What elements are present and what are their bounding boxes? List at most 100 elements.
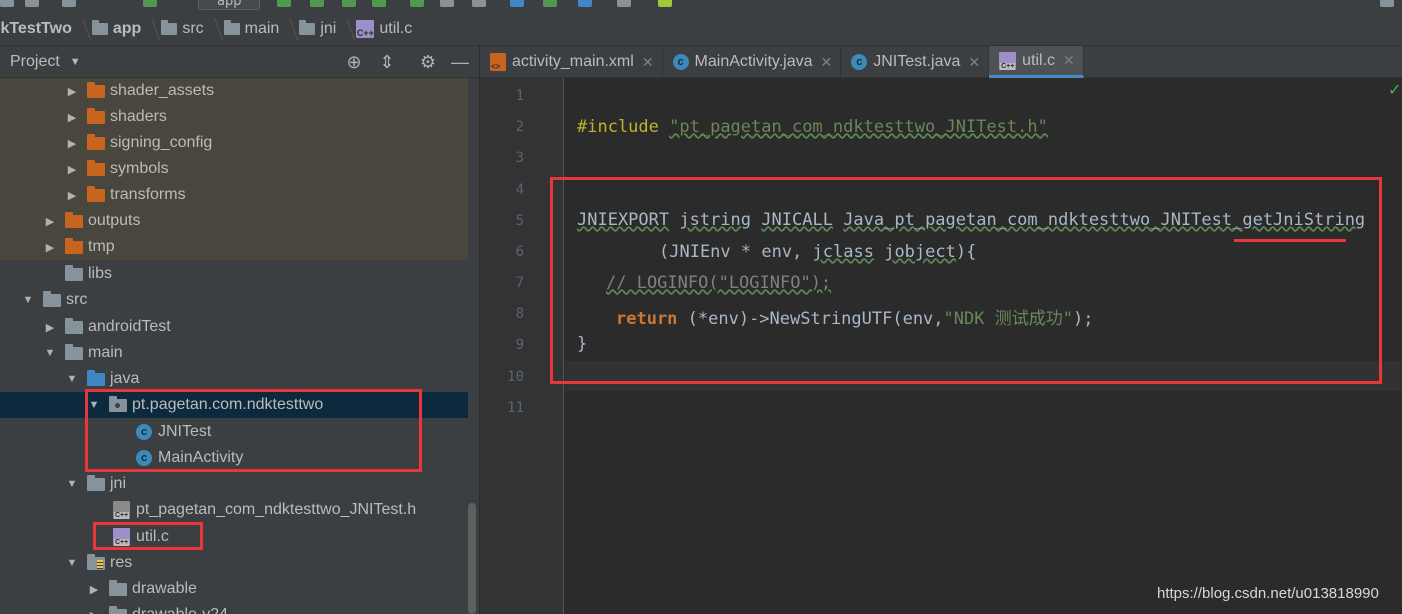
chevron-right-icon[interactable]: ▶: [88, 583, 100, 596]
code-editor[interactable]: #include "pt_pagetan_com_ndktesttwo_JNIT…: [565, 78, 1402, 614]
hide-panel-icon[interactable]: —: [450, 52, 470, 72]
android-icon[interactable]: [658, 0, 672, 7]
tree-item-shader-assets[interactable]: ▶ shader_assets: [0, 78, 468, 104]
tree-item-util-c[interactable]: util.c: [0, 524, 468, 550]
tree-item-signing-config[interactable]: ▶ signing_config: [0, 130, 468, 156]
tree-item-mainactivity[interactable]: c MainActivity: [0, 445, 468, 471]
folder-icon: [223, 19, 240, 35]
breadcrumb-label: util.c: [379, 19, 413, 37]
breadcrumb-project[interactable]: lkTestTwo: [0, 12, 76, 46]
tree-item-drawable-v24[interactable]: ▶ drawable-v24: [0, 602, 468, 614]
breadcrumb-jni[interactable]: jni: [293, 12, 340, 46]
tab-jnitest-java[interactable]: c JNITest.java ✕: [841, 46, 990, 78]
chevron-right-icon[interactable]: ▶: [44, 321, 56, 334]
tree-item-label: src: [66, 291, 88, 308]
chevron-right-icon[interactable]: ▶: [66, 111, 78, 124]
line-number: 8: [515, 306, 524, 322]
tree-item-libs[interactable]: libs: [0, 261, 468, 287]
project-scrollbar[interactable]: [468, 503, 476, 614]
breadcrumb-app[interactable]: app: [86, 12, 145, 46]
folder-icon: [87, 474, 105, 491]
chevron-right-icon[interactable]: ▶: [88, 609, 100, 614]
tab-mainactivity-java[interactable]: c MainActivity.java ✕: [663, 46, 842, 78]
run-icon[interactable]: [277, 0, 291, 7]
chevron-down-icon[interactable]: ▼: [66, 478, 78, 490]
layout-inspector-icon[interactable]: [617, 0, 631, 7]
folder-icon: [87, 81, 105, 98]
sdk-manager-icon[interactable]: [578, 0, 592, 7]
project-view-selector[interactable]: Project: [10, 53, 60, 71]
close-icon[interactable]: ✕: [642, 54, 654, 71]
chevron-down-icon[interactable]: ▼: [66, 557, 78, 569]
close-icon[interactable]: ✕: [1063, 52, 1075, 69]
tree-item-label: outputs: [88, 212, 141, 229]
close-icon[interactable]: ✕: [821, 54, 833, 71]
tree-item-jnitest[interactable]: c JNITest: [0, 419, 468, 445]
tree-item-android-test[interactable]: ▶ androidTest: [0, 314, 468, 340]
chevron-down-icon[interactable]: ▼: [66, 373, 78, 385]
search-everywhere-icon[interactable]: [1380, 0, 1394, 7]
tree-item-shaders[interactable]: ▶ shaders: [0, 104, 468, 130]
line-number: 4: [515, 182, 524, 198]
current-line-highlight: [565, 361, 1402, 391]
tree-item-label: pt_pagetan_com_ndktesttwo_JNITest.h: [136, 501, 417, 518]
chevron-down-icon[interactable]: ▼: [70, 56, 81, 68]
chevron-right-icon[interactable]: ▶: [44, 215, 56, 228]
tab-util-c[interactable]: util.c ✕: [989, 46, 1084, 78]
project-panel: Project ▼ ⊕ ⇕ ⚙ — ▶ shader_assets ▶ shad…: [0, 46, 479, 614]
tab-activity-main-xml[interactable]: activity_main.xml ✕: [480, 46, 663, 78]
tree-item-label: JNITest: [158, 423, 212, 440]
tree-item-src[interactable]: ▼ src: [0, 287, 468, 313]
refresh-icon[interactable]: [25, 0, 39, 7]
breadcrumb-label: src: [182, 19, 204, 37]
tab-label: activity_main.xml: [512, 53, 634, 70]
apply-changes-icon[interactable]: [410, 0, 424, 7]
gear-icon[interactable]: ⚙: [418, 52, 438, 72]
build-icon[interactable]: [143, 0, 157, 7]
tree-item-label: androidTest: [88, 318, 171, 335]
source-folder-icon: [87, 369, 105, 386]
java-class-icon: c: [851, 54, 868, 70]
breadcrumb-util-c[interactable]: C++ util.c: [350, 12, 416, 46]
tree-item-transforms[interactable]: ▶ transforms: [0, 182, 468, 208]
tree-item-symbols[interactable]: ▶ symbols: [0, 156, 468, 182]
folder-icon: [65, 317, 83, 334]
back-icon[interactable]: [62, 0, 76, 7]
folder-icon: [109, 579, 127, 596]
chevron-right-icon[interactable]: ▶: [66, 85, 78, 98]
debug-icon[interactable]: [310, 0, 324, 7]
breadcrumb-main[interactable]: main: [218, 12, 284, 46]
tree-item-main[interactable]: ▼ main: [0, 340, 468, 366]
tree-item-jnitest-header[interactable]: pt_pagetan_com_ndktesttwo_JNITest.h: [0, 497, 468, 523]
breadcrumb-src[interactable]: src: [155, 12, 207, 46]
breadcrumb-separator: [76, 12, 86, 46]
tree-item-res[interactable]: ▼ res: [0, 550, 468, 576]
scroll-from-source-icon[interactable]: ⊕: [344, 52, 364, 72]
tree-item-jni[interactable]: ▼ jni: [0, 471, 468, 497]
chevron-right-icon[interactable]: ▶: [44, 241, 56, 254]
profile-icon[interactable]: [342, 0, 356, 7]
stop-icon[interactable]: [472, 0, 486, 7]
chevron-right-icon[interactable]: ▶: [66, 189, 78, 202]
attach-debugger-icon[interactable]: [372, 0, 386, 7]
inspection-ok-icon[interactable]: ✓: [1388, 80, 1401, 99]
collapse-all-icon[interactable]: ⇕: [377, 52, 397, 72]
tree-item-java[interactable]: ▼ java: [0, 366, 468, 392]
sync-icon[interactable]: [0, 0, 14, 7]
run-config-select[interactable]: app: [198, 0, 260, 10]
sync-gradle-icon[interactable]: [510, 0, 524, 7]
tree-item-label: main: [88, 344, 123, 361]
chevron-right-icon[interactable]: ▶: [66, 163, 78, 176]
tree-item-drawable[interactable]: ▶ drawable: [0, 576, 468, 602]
apply-code-changes-icon[interactable]: [440, 0, 454, 7]
line-number: 11: [507, 400, 524, 416]
chevron-down-icon[interactable]: ▼: [22, 294, 34, 306]
chevron-down-icon[interactable]: ▼: [44, 347, 56, 359]
chevron-down-icon[interactable]: ▼: [88, 399, 100, 411]
tree-item-tmp[interactable]: ▶ tmp: [0, 234, 468, 260]
chevron-right-icon[interactable]: ▶: [66, 137, 78, 150]
tree-item-outputs[interactable]: ▶ outputs: [0, 208, 468, 234]
tree-item-package[interactable]: ▼ pt.pagetan.com.ndktesttwo: [0, 392, 468, 418]
avd-manager-icon[interactable]: [543, 0, 557, 7]
close-icon[interactable]: ✕: [968, 54, 980, 71]
